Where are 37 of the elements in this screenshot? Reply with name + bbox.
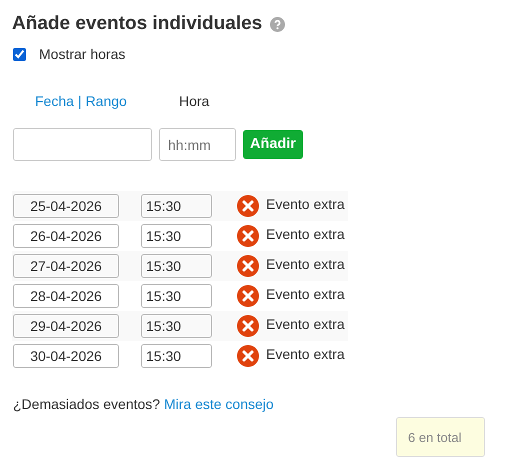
time-input-field[interactable]: hh:mm [159,128,236,161]
time-field[interactable]: 15:30 [141,224,212,248]
tip-text: ¿Demasiados eventos? [13,396,160,412]
delete-icon[interactable] [237,225,259,247]
date-input-field[interactable] [13,128,152,161]
section-title: Añade eventos individuales [12,12,262,36]
date-field[interactable]: 30-04-2026 [13,344,119,368]
time-field[interactable]: 15:30 [141,284,212,308]
date-field[interactable]: 26-04-2026 [13,224,119,248]
checkbox-label: Mostrar horas [39,45,126,64]
event-label: Evento extra [266,344,345,364]
date-field[interactable]: 28-04-2026 [13,284,119,308]
delete-icon[interactable] [237,285,259,307]
event-label: Evento extra [266,284,345,304]
delete-icon[interactable] [237,195,259,217]
total-count: 6 en total [396,417,485,457]
time-field[interactable]: 15:30 [141,254,212,278]
event-label: Evento extra [266,254,345,274]
time-field[interactable]: 15:30 [141,314,212,338]
event-label: Evento extra [266,194,345,214]
date-field[interactable]: 29-04-2026 [13,314,119,338]
event-label: Evento extra [266,224,345,244]
time-field[interactable]: 15:30 [141,194,212,218]
mode-link[interactable]: Rango [86,91,127,112]
column-label: Hora [179,92,210,111]
delete-icon[interactable] [237,315,259,337]
delete-icon[interactable] [237,255,259,277]
separator: | [78,92,82,111]
date-field[interactable]: 25-04-2026 [13,194,119,218]
mode-link[interactable]: Fecha [35,91,74,112]
event-label: Evento extra [266,314,345,334]
help-icon[interactable] [270,16,286,32]
time-field[interactable]: 15:30 [141,344,212,368]
date-field[interactable]: 27-04-2026 [13,254,119,278]
tip-link[interactable]: Mira este consejo [164,396,274,412]
show-hours-checkbox[interactable] [13,48,26,61]
delete-icon[interactable] [237,345,259,367]
